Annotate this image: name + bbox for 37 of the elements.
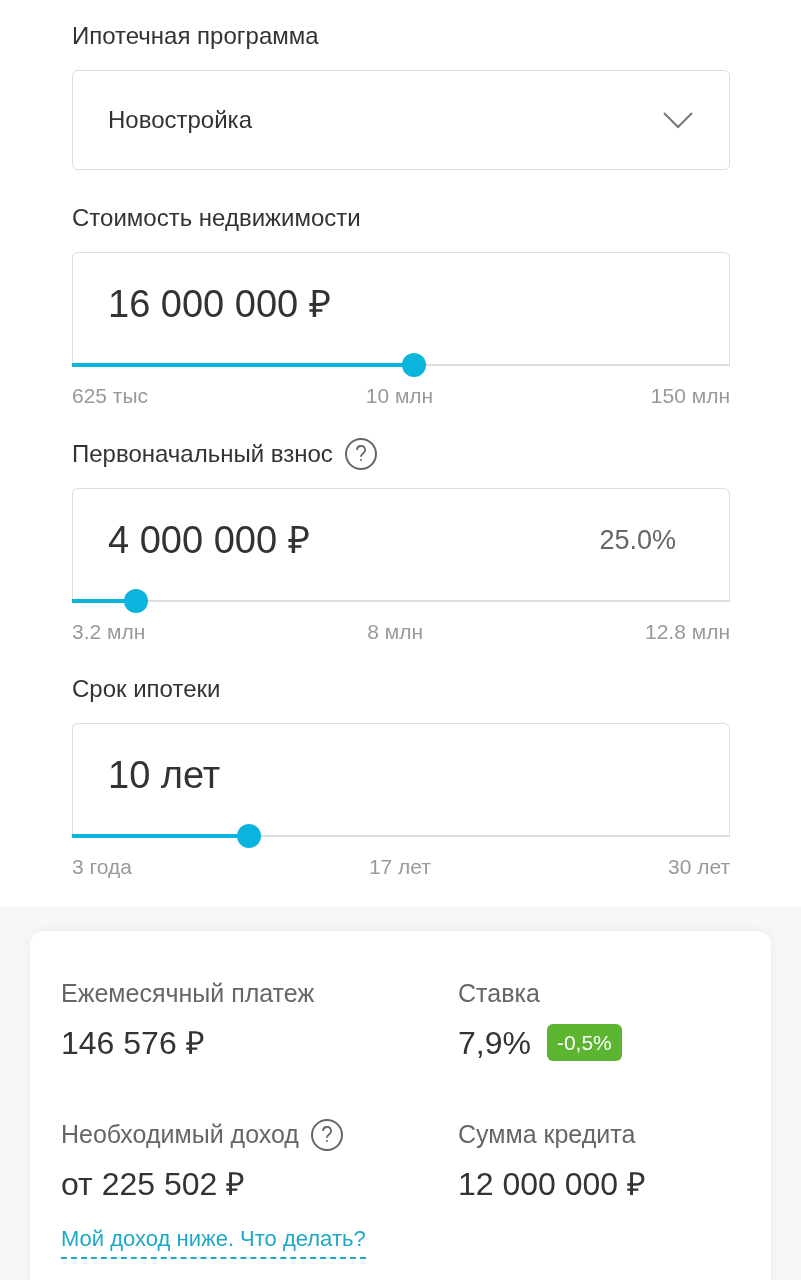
field-label: Стоимость недвижимости	[72, 203, 361, 233]
field-label: Ипотечная программа	[72, 21, 319, 51]
slider-tick-label: 12.8 млн	[645, 618, 730, 645]
amount-value: 4 000 000 ₽	[108, 517, 310, 563]
slider-tick-label: 10 млн	[365, 383, 434, 409]
help-icon[interactable]	[344, 437, 377, 470]
slider-thumb[interactable]	[124, 588, 149, 613]
chevron-down-icon	[662, 111, 694, 129]
field-label: Срок ипотеки	[72, 674, 221, 704]
discount-badge: -0,5%	[546, 1023, 622, 1062]
summary-label: Ставка	[458, 977, 540, 1009]
amount-value: 16 000 000 ₽	[108, 282, 331, 327]
slider[interactable]	[72, 824, 730, 848]
slider-tick-label: 30 лет	[667, 854, 730, 880]
slider-tick-label: 3 года	[72, 854, 132, 880]
slider[interactable]	[72, 353, 730, 377]
summary-value: 12 000 000 ₽	[458, 1165, 647, 1204]
program-dropdown[interactable]: Новостройка	[72, 70, 730, 170]
slider-thumb[interactable]	[402, 353, 427, 377]
summary-value: от 225 502 ₽	[61, 1165, 246, 1204]
dropdown-value: Новостройка	[108, 105, 252, 135]
slider[interactable]	[72, 588, 730, 613]
help-icon[interactable]	[310, 1119, 343, 1151]
summary-value: 146 576 ₽	[61, 1023, 205, 1063]
slider-tick-label: 150 млн	[650, 383, 730, 409]
slider-tick-label: 8 млн	[367, 618, 424, 645]
slider-tick-label: 3.2 млн	[72, 618, 146, 645]
summary-value: 7,9%	[458, 1023, 531, 1063]
slider-tick-label: 17 лет	[368, 854, 431, 880]
summary-label: Необходимый доход	[61, 1119, 299, 1151]
slider-tick-label: 625 тыс	[72, 383, 149, 409]
summary-label: Ежемесячный платеж	[61, 977, 315, 1009]
amount-value: 10 лет	[108, 753, 221, 798]
field-label: Первоначальный взнос	[72, 438, 333, 469]
summary-label: Сумма кредита	[458, 1119, 636, 1151]
slider-thumb[interactable]	[237, 824, 261, 848]
percent-value: 25.0%	[599, 523, 676, 557]
